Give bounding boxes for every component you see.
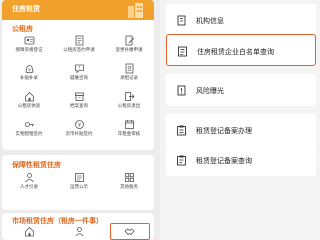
record-icon (125, 63, 133, 74)
exit-icon (124, 92, 135, 101)
grid-item-label: 人才引进 (20, 185, 38, 190)
grid-item-label: 保障资格登记 (15, 48, 43, 53)
public-housing-item[interactable]: 公租房签约申请 (56, 35, 102, 53)
grid-item-label: 公租房退出 (117, 104, 141, 109)
house-icon (24, 226, 34, 237)
market-rental-item[interactable] (6, 226, 52, 237)
document-edit-icon (125, 35, 134, 46)
public-housing-item[interactable]: ¥ 补贴补录 (6, 63, 52, 81)
archive-icon (74, 92, 84, 101)
svg-text:¥: ¥ (77, 122, 80, 128)
grid-item-label: 档案查询 (70, 104, 88, 109)
guaranteed-rental-item[interactable]: 运营公示 (56, 172, 102, 190)
menu-item-label: 租赁登记备案查询 (196, 157, 252, 165)
public-housing-item[interactable]: 档案查询 (56, 91, 102, 109)
building-icon (177, 15, 186, 26)
grid-item-label: 年租金审核 (117, 132, 141, 137)
grid-item-label: 补贴补录 (20, 76, 38, 81)
list-search-icon (178, 46, 187, 57)
grid-item-label: 承租记录 (120, 76, 138, 81)
id-card-icon (24, 36, 34, 45)
talent-icon (24, 173, 34, 183)
key-icon (24, 122, 34, 127)
grid-item-label: 运营公示 (70, 185, 88, 190)
menu-item-register-search[interactable]: 租赁登记备案查询 (166, 144, 316, 176)
guaranteed-rental-item[interactable]: 其他服务 (106, 172, 152, 190)
coin-icon: ¥ (74, 120, 84, 129)
public-housing-item[interactable]: 实物配租签约 (6, 119, 52, 137)
public-housing-item[interactable]: 公租房体验 (6, 91, 52, 109)
banner-title: 住房租赁 (12, 5, 40, 13)
section-title-market-rental: 市场租赁住房（租房一件事） (12, 217, 103, 225)
guaranteed-rental-item[interactable]: 人才引进 (6, 172, 52, 190)
public-housing-item[interactable]: 公租房退出 (106, 91, 152, 109)
menu-item-list-search[interactable]: 住房租赁企业白名单查询 (166, 34, 316, 66)
banner: 住房租赁 (2, 0, 154, 20)
chat-question-icon: ? (74, 64, 84, 74)
market-rental-item[interactable] (56, 226, 102, 237)
right-panel: 机构信息住房租赁企业白名单查询 风险曝光租赁登记备案办理 租赁登记备案查询 (160, 0, 320, 240)
grid-item-label: 实物配租签约 (15, 132, 43, 137)
left-panel: 住房租赁 公租房 保障资格登记 公租房签约申请 变更补缴申请 ¥ 补贴补录? 疑难咨询 承租… (0, 0, 160, 240)
svg-text:¥: ¥ (28, 67, 31, 72)
grid-item-label: 其他服务 (120, 185, 138, 190)
notice-icon (74, 173, 84, 182)
contract-icon (75, 35, 83, 46)
menu-item-label: 风险曝光 (196, 87, 224, 95)
grid-item-label: 疑难咨询 (70, 76, 88, 81)
grid-item-label: 货币补贴签约 (65, 132, 93, 137)
svg-text:?: ? (78, 66, 80, 71)
section-title-guaranteed-rental: 保障性租赁住房 (12, 161, 61, 169)
menu-item-register[interactable]: 租赁登记备案办理 (166, 114, 316, 146)
building-illustration-icon (128, 3, 143, 18)
public-housing-item[interactable]: 变更补缴申请 (106, 35, 152, 53)
public-housing-item[interactable]: 年租金审核 (106, 119, 152, 137)
register-search-icon (177, 155, 186, 166)
more-icon (124, 173, 134, 182)
menu-item-label: 租赁登记备案办理 (196, 127, 252, 135)
menu-item-building[interactable]: 机构信息 (166, 4, 316, 36)
public-housing-item[interactable]: 承租记录 (106, 63, 152, 81)
register-icon (177, 125, 186, 136)
public-housing-item[interactable]: ¥ 货币补贴签约 (56, 119, 102, 137)
highlight-box (110, 223, 150, 240)
menu-item-warning[interactable]: 风险曝光 (166, 74, 316, 106)
menu-item-label: 机构信息 (196, 17, 224, 25)
menu-item-label: 住房租赁企业白名单查询 (197, 48, 274, 56)
section-title-public-housing: 公租房 (12, 25, 33, 33)
person-icon (75, 227, 83, 237)
money-bag-icon: ¥ (25, 65, 33, 74)
public-housing-item[interactable]: 保障资格登记 (6, 35, 52, 53)
warning-icon (177, 85, 186, 96)
public-housing-item[interactable]: ? 疑难咨询 (56, 63, 102, 81)
grid-item-label: 变更补缴申请 (115, 48, 143, 53)
calendar-icon (124, 120, 134, 129)
grid-item-label: 公租房签约申请 (63, 48, 95, 53)
house-icon (24, 91, 34, 102)
grid-item-label: 公租房体验 (17, 104, 41, 109)
